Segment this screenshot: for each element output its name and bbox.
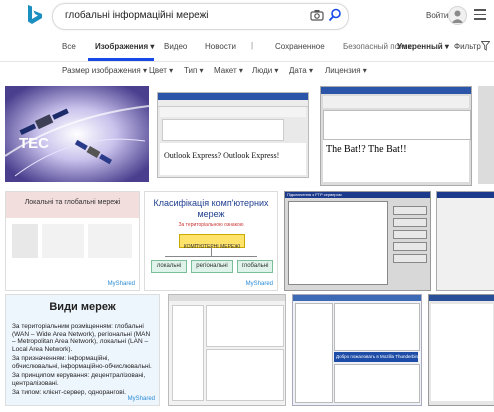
filter-color[interactable]: Цвет ▾ bbox=[149, 66, 173, 75]
result-image-partial[interactable] bbox=[478, 86, 494, 184]
slide-column bbox=[12, 224, 38, 258]
camera-icon[interactable] bbox=[310, 9, 324, 21]
toolbar bbox=[323, 96, 469, 108]
result-image-partial[interactable] bbox=[436, 191, 494, 291]
tab-news[interactable]: Новости bbox=[205, 42, 236, 51]
filter-image-size[interactable]: Размер изображения ▾ bbox=[62, 66, 147, 75]
slide-title: Види мереж bbox=[49, 301, 116, 313]
message-text: Outlook Express? Outlook Express! bbox=[164, 151, 280, 160]
result-image[interactable]: Підключення з FTP сервером bbox=[284, 191, 431, 291]
header-fields bbox=[162, 119, 284, 141]
message-body: Outlook Express? Outlook Express! bbox=[160, 143, 306, 175]
bullet-item: За призначенням: інформаційні, обчислюва… bbox=[12, 355, 152, 370]
diagram-leaf: локальні bbox=[151, 260, 187, 273]
filter-layout[interactable]: Макет ▾ bbox=[214, 66, 243, 75]
filter-icon[interactable] bbox=[481, 41, 490, 51]
slide-title: Класифікація комп'ютерних мереж bbox=[153, 198, 269, 219]
result-image[interactable]: The Bat!? The Bat!! bbox=[320, 86, 472, 186]
tab-video[interactable]: Видео bbox=[164, 42, 187, 51]
result-image[interactable]: Outlook Express? Outlook Express! bbox=[157, 92, 309, 178]
tab-all[interactable]: Все bbox=[62, 42, 76, 51]
bing-logo-icon[interactable] bbox=[25, 4, 45, 26]
result-image[interactable]: Класифікація комп'ютерних мереж За терит… bbox=[144, 191, 278, 291]
list-panel bbox=[206, 305, 284, 347]
filter-license[interactable]: Лицензия ▾ bbox=[325, 66, 367, 75]
window-titlebar bbox=[169, 295, 285, 301]
list-panel bbox=[206, 349, 284, 401]
menubar bbox=[158, 100, 308, 107]
slide-column bbox=[88, 224, 132, 258]
watermark: MyShared bbox=[107, 281, 135, 287]
filter-people[interactable]: Люди ▾ bbox=[252, 66, 278, 75]
nav-divider bbox=[0, 61, 494, 62]
filter-date[interactable]: Дата ▾ bbox=[289, 66, 313, 75]
filter-type[interactable]: Тип ▾ bbox=[184, 66, 204, 75]
message-text: The Bat!? The Bat!! bbox=[326, 144, 407, 155]
filter-button[interactable]: Фильтр bbox=[454, 42, 481, 51]
tec-text: TEC bbox=[19, 135, 49, 152]
slide-title: Локальні та глобальні мережі bbox=[24, 199, 121, 206]
toolbar bbox=[160, 107, 306, 117]
diagram-root: КОМП'ЮТЕРНІ МЕРЕЖІ bbox=[179, 234, 245, 250]
slide-column bbox=[42, 224, 84, 258]
search-box[interactable]: глобальні інформаційні мережі bbox=[52, 3, 349, 30]
dialog-button bbox=[393, 230, 427, 239]
bullet-list: За територіальним розміщенням: глобальні… bbox=[12, 323, 152, 397]
search-icon[interactable] bbox=[328, 8, 342, 22]
dialog-button bbox=[393, 206, 427, 215]
window-titlebar bbox=[293, 295, 421, 301]
window-titlebar bbox=[158, 93, 308, 100]
window-titlebar: Підключення з FTP сервером bbox=[285, 192, 430, 198]
message-list bbox=[334, 303, 420, 351]
diagram-leaf: регіональні bbox=[191, 260, 233, 273]
watermark: MyShared bbox=[127, 396, 155, 402]
result-image[interactable]: TEC bbox=[5, 86, 149, 182]
dialog-button bbox=[393, 254, 427, 263]
saved-link[interactable]: Сохраненное bbox=[275, 42, 325, 51]
signin-link[interactable]: Войти bbox=[426, 11, 448, 20]
window-content bbox=[431, 304, 493, 401]
preview-pane bbox=[334, 364, 420, 403]
bullet-item: За територіальним розміщенням: глобальні… bbox=[12, 323, 151, 353]
slide-subtitle: За територіальною ознакою bbox=[178, 222, 244, 228]
slide-header: Локальні та глобальні мережі bbox=[6, 192, 139, 218]
header-fields bbox=[323, 110, 471, 140]
bullet-item: За принципом керування: децентралізовані… bbox=[12, 372, 146, 387]
diagram-connector bbox=[165, 256, 257, 257]
result-image-partial[interactable] bbox=[428, 294, 494, 406]
watermark: MyShared bbox=[245, 281, 273, 287]
avatar-icon[interactable] bbox=[448, 6, 467, 25]
safesearch-dropdown[interactable]: Умеренный ▾ bbox=[397, 42, 449, 51]
satellite-network-image: TEC bbox=[5, 86, 149, 182]
search-input[interactable]: глобальні інформаційні мережі bbox=[65, 10, 209, 21]
nav-separator: | bbox=[251, 41, 254, 50]
dialog-button bbox=[393, 218, 427, 227]
tree-panel bbox=[172, 305, 204, 401]
window-titlebar bbox=[321, 87, 471, 94]
result-image[interactable]: Види мереж За територіальним розміщенням… bbox=[5, 294, 160, 406]
result-image[interactable]: Добро пожаловать в Mozilla Thunderbird bbox=[292, 294, 422, 406]
result-image[interactable] bbox=[168, 294, 286, 406]
window-titlebar bbox=[429, 295, 494, 301]
result-image[interactable]: Локальні та глобальні мережі MyShared bbox=[5, 191, 140, 291]
welcome-banner: Добро пожаловать в Mozilla Thunderbird bbox=[334, 352, 420, 362]
message-body: The Bat!? The Bat!! bbox=[323, 140, 469, 182]
dialog-button bbox=[393, 242, 427, 251]
diagram-connector bbox=[211, 247, 212, 256]
file-list bbox=[288, 201, 388, 285]
menu-icon[interactable] bbox=[474, 9, 486, 23]
window-titlebar bbox=[437, 192, 494, 198]
folder-pane bbox=[295, 303, 333, 403]
tab-images[interactable]: Изображения ▾ bbox=[95, 42, 154, 51]
diagram-leaf: глобальні bbox=[237, 260, 273, 273]
